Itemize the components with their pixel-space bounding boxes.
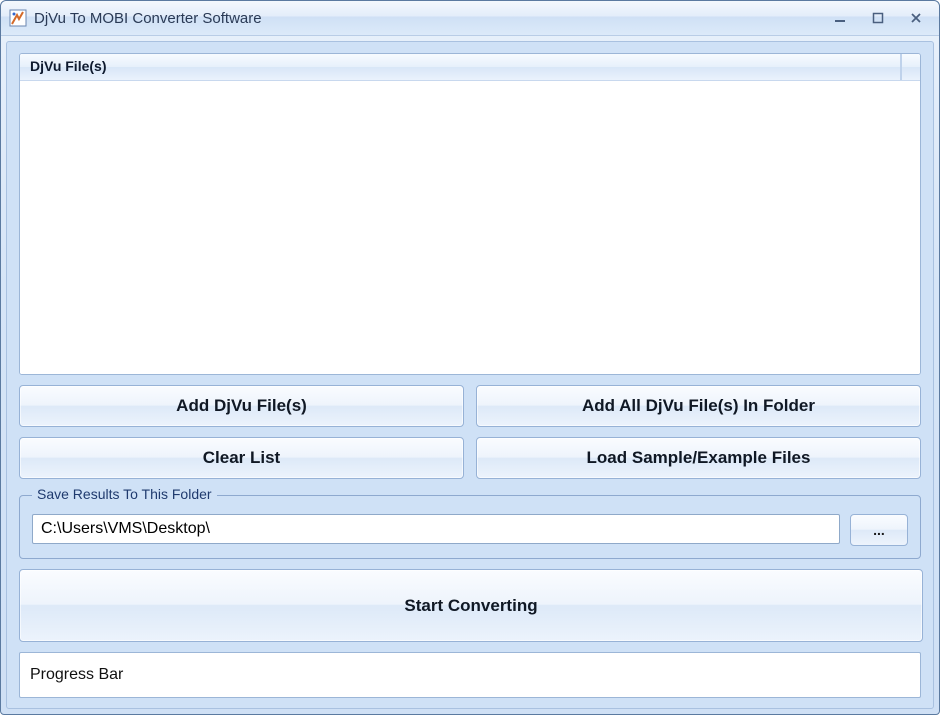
button-row-2: Clear List Load Sample/Example Files xyxy=(19,437,921,479)
titlebar: DjVu To MOBI Converter Software xyxy=(1,1,939,36)
add-files-button[interactable]: Add DjVu File(s) xyxy=(19,385,464,427)
clear-list-button[interactable]: Clear List xyxy=(19,437,464,479)
file-list-body[interactable] xyxy=(20,81,920,374)
save-folder-row: ... xyxy=(32,514,908,546)
progress-bar: Progress Bar xyxy=(19,652,921,698)
app-icon xyxy=(9,9,27,27)
file-list-header-spacer xyxy=(901,54,920,80)
maximize-button[interactable] xyxy=(863,8,893,28)
button-row-1: Add DjVu File(s) Add All DjVu File(s) In… xyxy=(19,385,921,427)
load-sample-button[interactable]: Load Sample/Example Files xyxy=(476,437,921,479)
save-folder-legend: Save Results To This Folder xyxy=(32,486,217,502)
file-list-header[interactable]: DjVu File(s) xyxy=(20,54,901,80)
client-area: DjVu File(s) Add DjVu File(s) Add All Dj… xyxy=(6,41,934,709)
close-button[interactable] xyxy=(901,8,931,28)
start-converting-button[interactable]: Start Converting xyxy=(19,569,923,642)
file-list-panel: DjVu File(s) xyxy=(19,53,921,375)
add-folder-button[interactable]: Add All DjVu File(s) In Folder xyxy=(476,385,921,427)
window-title: DjVu To MOBI Converter Software xyxy=(34,10,817,27)
file-list-header-row: DjVu File(s) xyxy=(20,54,920,81)
progress-label: Progress Bar xyxy=(30,666,123,684)
app-window: DjVu To MOBI Converter Software DjVu Fil… xyxy=(0,0,940,715)
save-folder-input[interactable] xyxy=(32,514,840,544)
minimize-button[interactable] xyxy=(825,8,855,28)
browse-button[interactable]: ... xyxy=(850,514,908,546)
save-folder-group: Save Results To This Folder ... xyxy=(19,495,921,559)
